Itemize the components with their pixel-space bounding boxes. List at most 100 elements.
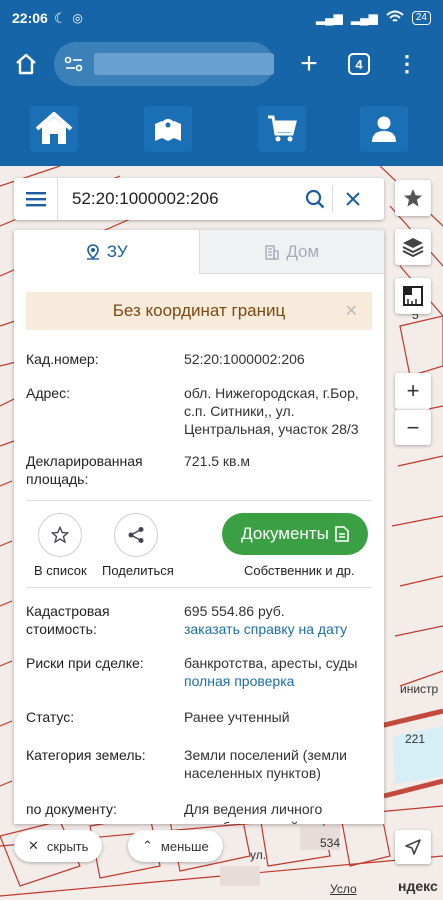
nav-profile-button[interactable] [360,106,408,152]
share-label: Поделиться [102,563,174,578]
status-value: Ранее учтенный [184,709,290,725]
navigation-arrow-icon [405,839,421,855]
status-bar: 22:06 ☾ ◎ ▂▄▆ ▂▄▆ 24 [0,0,443,36]
tab-zu-label: ЗУ [106,242,128,261]
parcel-info-panel: ЗУ Дом Без координат границ ✕ Кад.номер:… [14,230,384,824]
search-bar [14,178,384,220]
map-pin-icon [86,244,99,260]
url-text-redacted [94,53,274,75]
actions-section: В список Поделиться Документы Собственни… [14,501,384,587]
order-certificate-link[interactable]: заказать справку на дату [184,620,372,638]
map-label-street: ул. [250,848,267,862]
zoom-out-button[interactable]: − [395,409,431,445]
nav-map-button[interactable] [144,106,192,152]
risks-value: банкротства, аресты, суды [184,655,358,671]
by-document-label: по документу: [26,801,117,817]
favorites-button[interactable] [395,180,431,216]
menu-button[interactable] [14,178,58,220]
browser-menu-button[interactable]: ⋮ [396,51,418,77]
status-label: Статус: [26,709,75,725]
layers-icon [402,238,424,258]
browser-toolbar: + 4 ⋮ [0,36,443,92]
hide-label: скрыть [46,838,89,854]
by-document-value: Для ведения личного подсобного хозяйства [184,801,327,824]
map-label-221: 221 [405,732,426,746]
zoom-in-button[interactable]: + [395,373,431,409]
shield-icon: ◎ [72,11,83,25]
area-label: Декларированная площадь: [26,453,143,487]
home-icon [35,112,73,144]
tab-dom[interactable]: Дом [198,230,384,274]
tabs-count-button[interactable]: 4 [348,53,370,75]
land-category-label: Категория земель: [26,747,146,763]
map-terms-link[interactable]: Усло [330,882,357,896]
clear-search-icon[interactable] [332,185,372,213]
status-time: 22:06 [12,10,48,26]
map-label-534: 534 [320,836,341,850]
address-row: Адрес: обл. Нижегородская, г.Бор, с.п. С… [14,384,384,438]
star-outline-icon [51,526,69,544]
cart-icon [268,115,297,142]
risks-label: Риски при сделке: [26,655,144,671]
new-tab-button[interactable]: + [294,49,324,79]
map-pin-icon [155,119,181,141]
cad-number-value[interactable]: 52:20:1000002:206 [184,350,372,368]
by-document-row: по документу: Для ведения личного подсоб… [14,800,384,824]
address-bar[interactable] [54,42,274,86]
notice-text: Без координат границ [112,301,286,320]
documents-label: Документы [241,524,329,543]
search-icon[interactable] [298,189,332,209]
browser-home-icon[interactable] [10,48,42,80]
map-label-ministry: инистр [400,682,439,696]
add-to-list-label: В список [34,563,87,578]
cad-value-label: Кадастровая стоимость: [26,603,110,637]
risks-cell: банкротства, аресты, суды полная проверк… [184,654,372,690]
signal-icon: ▂▄▆ [315,11,343,25]
tab-zu[interactable]: ЗУ [14,230,199,274]
land-category-row: Категория земель: Земли поселений (земли… [14,746,384,782]
full-check-link[interactable]: полная проверка [184,672,372,690]
close-icon[interactable]: ✕ [345,301,358,321]
search-input[interactable] [58,189,298,209]
hamburger-icon [25,192,46,207]
my-location-button[interactable] [395,830,431,864]
wifi-icon [386,10,404,27]
nav-cart-button[interactable] [258,106,306,152]
address-label: Адрес: [26,385,70,401]
share-button[interactable] [114,513,158,557]
address-value: обл. Нижегородская, г.Бор, с.п. Ситники,… [184,385,359,437]
owners-label: Собственник и др. [244,563,355,578]
signal-icon-2: ▂▄▆ [350,11,378,25]
layers-button[interactable] [395,229,431,265]
star-icon [404,189,422,207]
yandex-logo: ндекс [398,878,438,894]
battery-icon: 24 [411,11,431,25]
land-category-value: Земли поселений (земли населенных пункто… [184,747,347,781]
building-icon [265,244,280,260]
panel-tabs: ЗУ Дом [14,230,384,274]
ruler-button[interactable] [395,278,431,314]
site-navigation [0,92,443,166]
chevron-up-icon: ⌃ [142,838,153,853]
cad-number-label: Кад.номер: [26,351,99,367]
area-value: 721.5 кв.м [184,453,251,469]
risks-row: Риски при сделке: банкротства, аресты, с… [14,654,384,690]
tab-dom-label: Дом [286,241,320,261]
site-settings-icon[interactable] [64,56,84,72]
documents-button[interactable]: Документы [222,513,368,555]
status-row: Статус: Ранее учтенный [14,708,384,726]
document-icon [335,526,349,542]
area-row: Декларированная площадь: 721.5 кв.м [14,452,384,488]
share-icon [128,527,144,543]
cad-value: 695 554.86 руб. [184,603,285,619]
divider [26,587,372,588]
collapse-panel-button[interactable]: ⌃ меньше [128,830,223,862]
moon-icon: ☾ [53,9,67,26]
hide-panel-button[interactable]: ✕ скрыть [14,830,103,862]
cad-number-row: Кад.номер: 52:20:1000002:206 [14,350,384,368]
less-label: меньше [160,838,209,854]
close-icon: ✕ [28,838,39,853]
add-to-list-button[interactable] [38,513,82,557]
nav-home-button[interactable] [30,106,78,152]
no-boundaries-notice: Без координат границ ✕ [26,292,372,330]
